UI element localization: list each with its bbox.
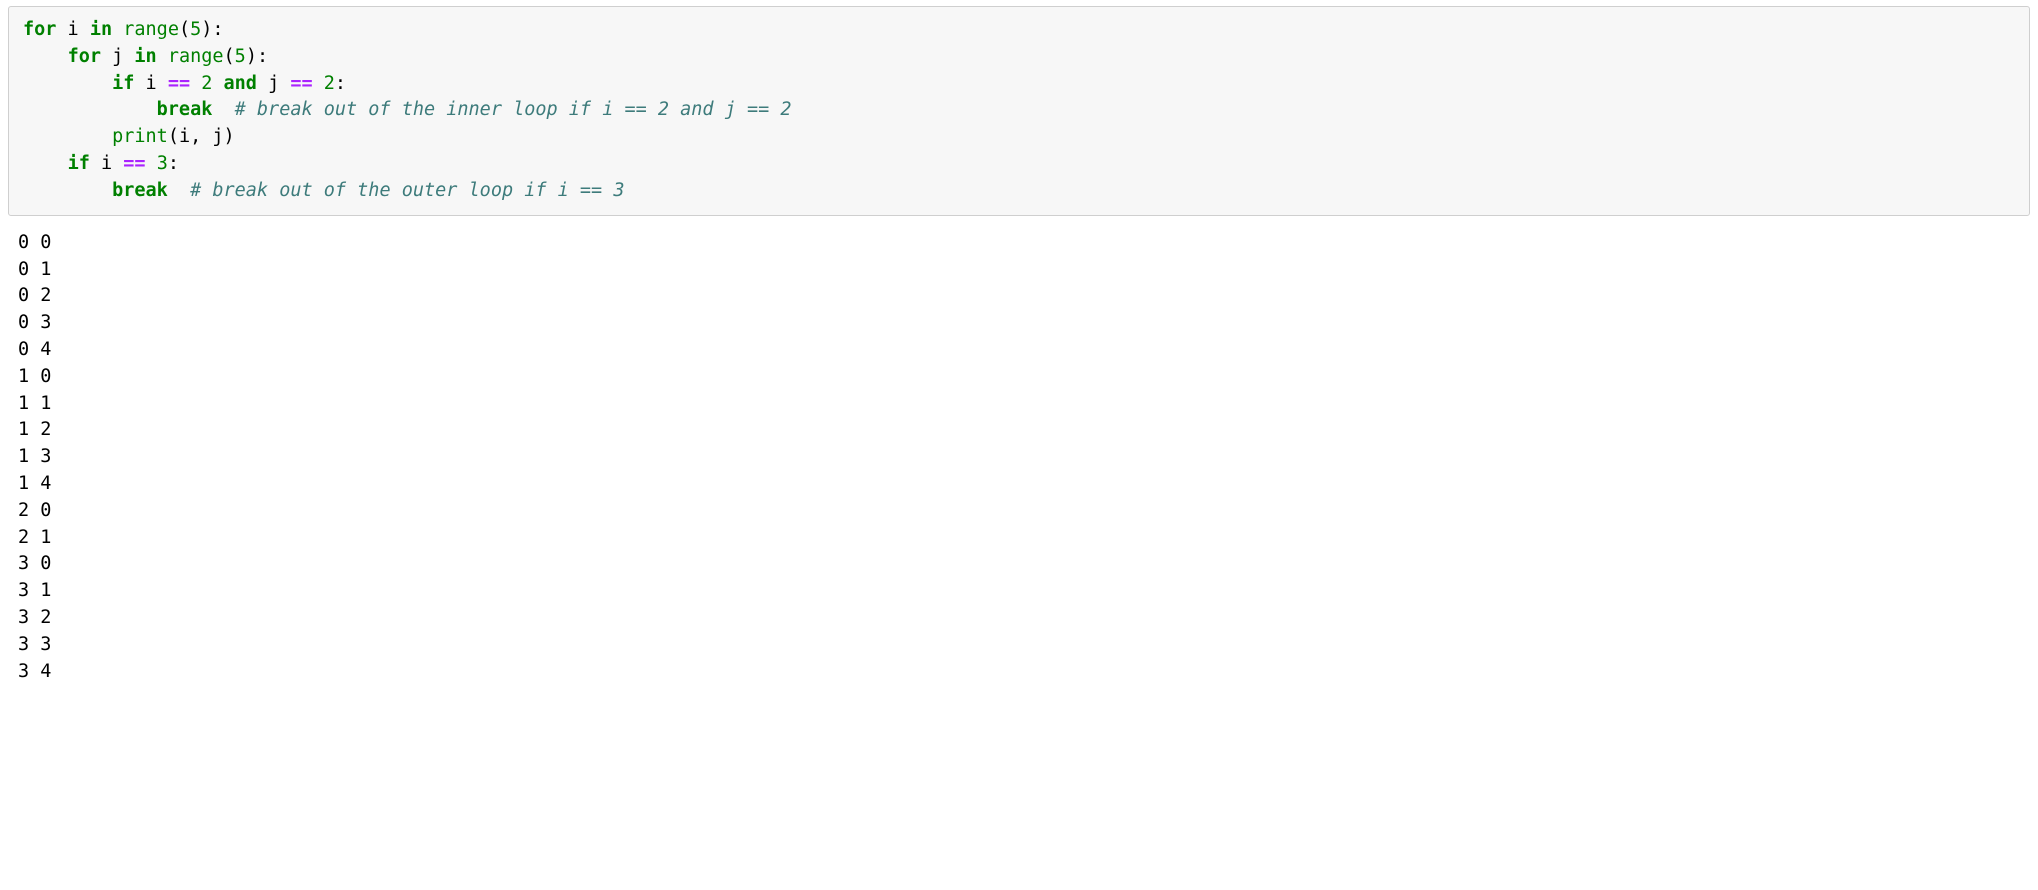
code-token: j xyxy=(101,46,134,67)
code-token xyxy=(23,99,157,120)
output-line: 1 1 xyxy=(18,393,51,414)
code-token xyxy=(146,153,157,174)
code-token: print xyxy=(112,126,168,147)
code-token: j xyxy=(257,73,290,94)
output-line: 3 3 xyxy=(18,634,51,655)
code-token xyxy=(212,99,234,120)
output-line: 0 2 xyxy=(18,285,51,306)
code-token: if xyxy=(68,153,90,174)
code-token xyxy=(23,180,112,201)
code-token: 2 xyxy=(201,73,212,94)
code-token: ): xyxy=(246,46,268,67)
code-token: i xyxy=(56,19,89,40)
code-token: ( xyxy=(224,46,235,67)
code-token: 2 xyxy=(324,73,335,94)
code-token xyxy=(23,153,68,174)
code-token: break xyxy=(157,99,213,120)
output-line: 3 2 xyxy=(18,607,51,628)
code-token: ( xyxy=(179,19,190,40)
output-line: 0 0 xyxy=(18,232,51,253)
code-token: range xyxy=(123,19,179,40)
code-token: 3 xyxy=(157,153,168,174)
code-token: in xyxy=(90,19,112,40)
code-token xyxy=(23,46,68,67)
code-token: == xyxy=(290,73,312,94)
code-token: ): xyxy=(201,19,223,40)
code-token: : xyxy=(168,153,179,174)
output-line: 1 0 xyxy=(18,366,51,387)
code-token: and xyxy=(224,73,257,94)
code-token: break xyxy=(112,180,168,201)
output-line: 0 3 xyxy=(18,312,51,333)
code-token xyxy=(157,46,168,67)
code-token xyxy=(112,19,123,40)
output-line: 0 1 xyxy=(18,259,51,280)
output-line: 3 1 xyxy=(18,580,51,601)
code-token: range xyxy=(168,46,224,67)
code-token: i xyxy=(134,73,167,94)
code-token xyxy=(212,73,223,94)
code-token: (i, j) xyxy=(168,126,235,147)
output-line: 1 3 xyxy=(18,446,51,467)
output-line: 0 4 xyxy=(18,339,51,360)
code-token: : xyxy=(335,73,346,94)
output-line: 2 0 xyxy=(18,500,51,521)
output-line: 2 1 xyxy=(18,527,51,548)
code-token xyxy=(190,73,201,94)
code-token: 5 xyxy=(235,46,246,67)
output-line: 1 2 xyxy=(18,419,51,440)
code-token: == xyxy=(123,153,145,174)
output-line: 1 4 xyxy=(18,473,51,494)
code-token: i xyxy=(90,153,123,174)
code-token: in xyxy=(134,46,156,67)
code-token xyxy=(23,126,112,147)
output-line: 3 0 xyxy=(18,553,51,574)
output-line: 3 4 xyxy=(18,661,51,682)
code-output-cell: 0 0 0 1 0 2 0 3 0 4 1 0 1 1 1 2 1 3 1 4 … xyxy=(18,230,2030,686)
code-token xyxy=(168,180,190,201)
code-token: # break out of the inner loop if i == 2 … xyxy=(235,99,792,120)
code-input-cell: for i in range(5): for j in range(5): if… xyxy=(8,6,2030,216)
code-token: for xyxy=(68,46,101,67)
code-token xyxy=(23,73,112,94)
code-token: for xyxy=(23,19,56,40)
code-token: 5 xyxy=(190,19,201,40)
code-token: == xyxy=(168,73,190,94)
code-token: if xyxy=(112,73,134,94)
code-token xyxy=(313,73,324,94)
code-token: # break out of the outer loop if i == 3 xyxy=(190,180,624,201)
